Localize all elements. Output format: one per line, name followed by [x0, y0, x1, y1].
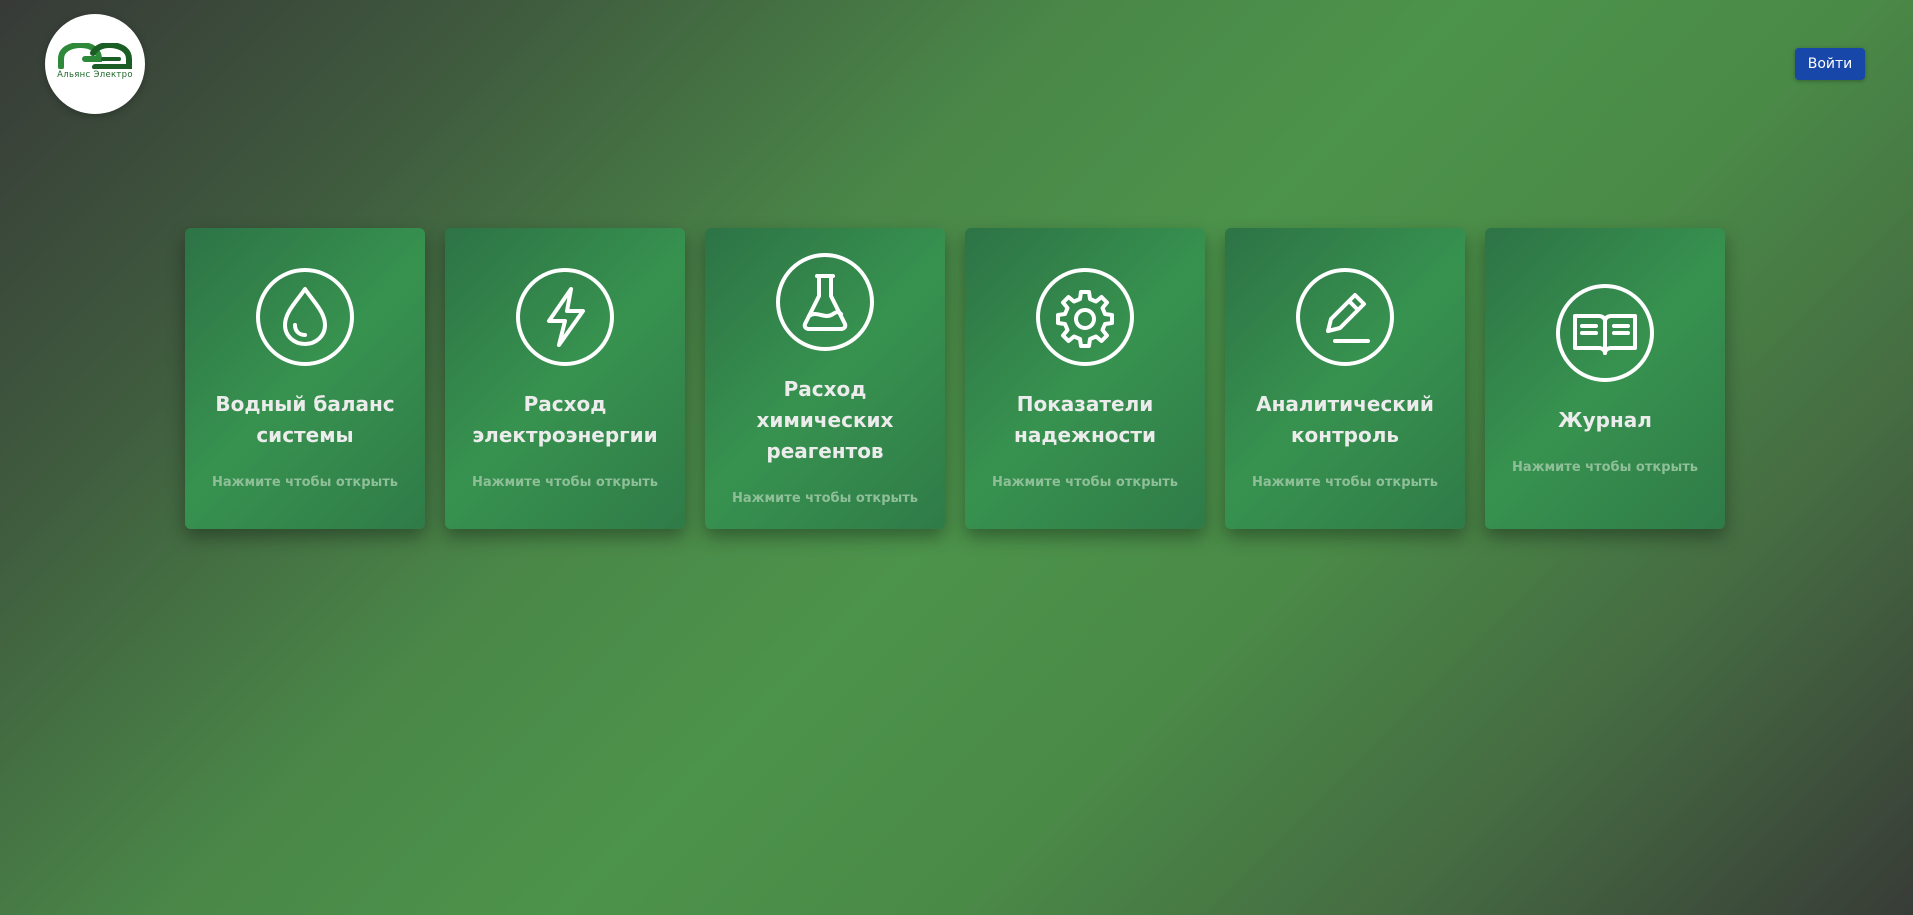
pencil-icon [1295, 267, 1395, 367]
card-water-balance[interactable]: Водный баланс системы Нажмите чтобы откр… [185, 228, 425, 529]
login-button[interactable]: Войти [1795, 48, 1865, 80]
card-hint: Нажмите чтобы открыть [991, 475, 1179, 490]
card-electricity[interactable]: Расход электроэнергии Нажмите чтобы откр… [445, 228, 685, 529]
card-hint: Нажмите чтобы открыть [1511, 459, 1699, 475]
cards-row: Водный баланс системы Нажмите чтобы откр… [185, 228, 1725, 529]
card-journal[interactable]: Журнал Нажмите чтобы открыть [1485, 228, 1725, 529]
lightning-icon [515, 267, 615, 367]
card-title: Водный баланс системы [215, 392, 395, 447]
card-hint: Нажмите чтобы открыть [211, 475, 399, 490]
book-icon [1555, 283, 1655, 383]
card-title: Показатели надежности [1014, 392, 1156, 447]
logo[interactable]: Альянс Электро [45, 14, 145, 114]
card-analytic-control[interactable]: Аналитический контроль Нажмите чтобы отк… [1225, 228, 1465, 529]
logo-mark-icon [58, 42, 132, 69]
card-hint: Нажмите чтобы открыть [471, 475, 659, 490]
card-title: Журнал [1558, 407, 1652, 432]
card-chemicals[interactable]: Расход химических реагентов Нажмите чтоб… [705, 228, 945, 529]
water-drop-icon [255, 267, 355, 367]
card-reliability[interactable]: Показатели надежности Нажмите чтобы откр… [965, 228, 1205, 529]
card-hint: Нажмите чтобы открыть [731, 490, 919, 506]
gear-icon [1035, 267, 1135, 367]
card-title: Расход электроэнергии [472, 392, 658, 447]
card-title: Аналитический контроль [1256, 392, 1434, 447]
card-title: Расход химических реагентов [756, 376, 894, 463]
flask-icon [775, 252, 875, 352]
logo-text: Альянс Электро [57, 69, 133, 80]
card-hint: Нажмите чтобы открыть [1251, 475, 1439, 490]
